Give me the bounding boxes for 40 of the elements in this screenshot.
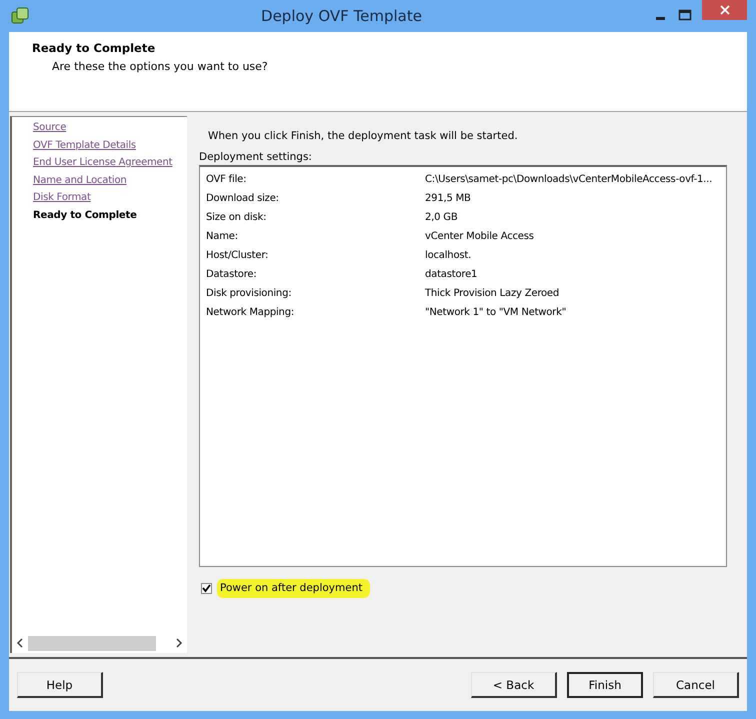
close-icon — [720, 5, 730, 15]
setting-name: Host/Cluster: — [206, 250, 270, 261]
setting-value: C:\Users\samet-pc\Downloads\vCenterMobileAccess-ovf-1... — [425, 174, 714, 185]
setting-value: datastore1 — [425, 269, 478, 280]
dialog-button[interactable]: Finish — [567, 672, 643, 698]
scroll-right-icon[interactable] — [175, 638, 183, 648]
setting-name: Datastore: — [206, 269, 258, 280]
scrollbar-thumb[interactable] — [28, 636, 156, 650]
setting-name: OVF file: — [206, 174, 248, 185]
setting-name: Size on disk: — [206, 212, 268, 223]
step-link[interactable]: End User License Agreement — [33, 157, 172, 168]
step-link[interactable]: Source — [33, 122, 66, 133]
setting-value: Thick Provision Lazy Zeroed — [425, 288, 560, 299]
step-link[interactable]: OVF Template Details — [33, 140, 136, 150]
window-title: Deploy OVF Template — [260, 7, 423, 25]
page-subtitle: Are these the options you want to use? — [52, 60, 269, 73]
dialog-button[interactable]: Cancel — [653, 672, 739, 698]
setting-name: Disk provisioning: — [206, 288, 292, 299]
intro-text: When you click Finish, the deployment task will be started. — [208, 130, 519, 142]
settings-label: Deployment settings: — [199, 151, 313, 163]
setting-value: 291,5 MB — [425, 193, 472, 204]
setting-name: Name: — [206, 231, 239, 242]
help-button[interactable]: Help — [17, 672, 103, 698]
setting-name: Download size: — [206, 193, 280, 204]
scroll-left-icon[interactable] — [16, 638, 24, 648]
setting-value: vCenter Mobile Access — [425, 231, 535, 242]
app-icon — [11, 7, 29, 25]
close-button[interactable] — [702, 0, 747, 20]
setting-value: "Network 1" to "VM Network" — [425, 307, 568, 318]
maximize-icon[interactable] — [678, 8, 692, 22]
step-link[interactable]: Disk Format — [33, 192, 91, 203]
setting-value: 2,0 GB — [425, 212, 458, 223]
page-title: Ready to Complete — [32, 41, 156, 55]
checkbox-label[interactable]: Power on after deployment — [217, 579, 370, 598]
setting-name: Network Mapping: — [206, 307, 296, 318]
setting-value: localhost. — [425, 250, 472, 261]
step-link[interactable]: Name and Location — [33, 174, 127, 186]
checkbox[interactable] — [201, 583, 212, 594]
dialog-button[interactable]: < Back — [471, 672, 557, 698]
step-link[interactable]: Ready to Complete — [33, 210, 137, 220]
